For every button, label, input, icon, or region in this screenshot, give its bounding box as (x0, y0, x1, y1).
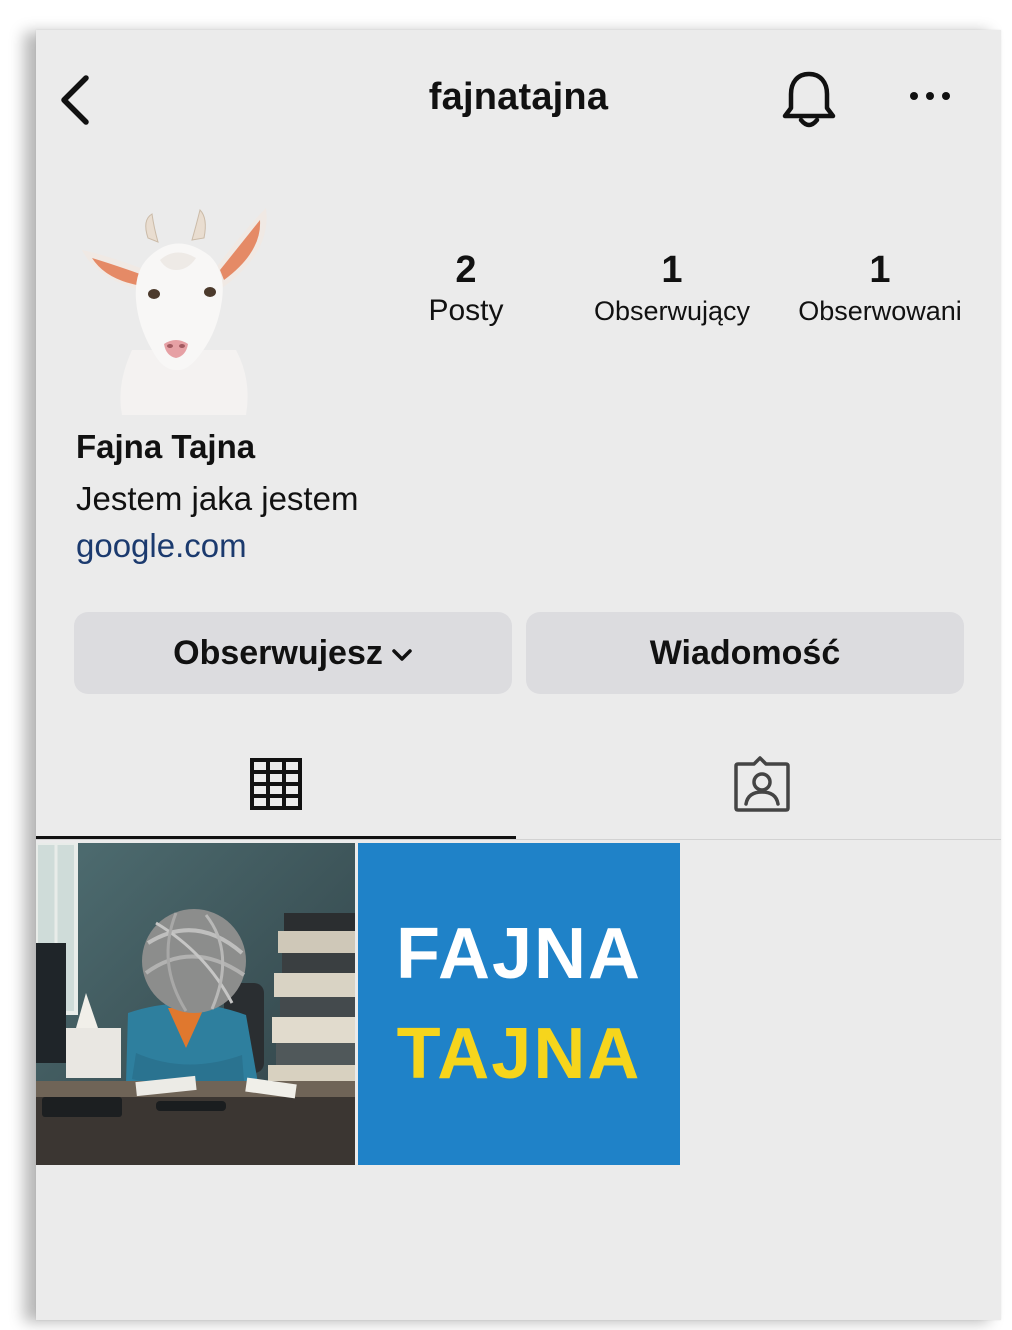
more-options-button[interactable] (906, 80, 956, 112)
posts-count[interactable]: 2 Posty (396, 248, 536, 330)
profile-username: fajnatajna (428, 76, 609, 118)
tab-posts-grid[interactable] (36, 730, 516, 840)
profile-avatar[interactable] (76, 200, 286, 415)
following-button[interactable]: Obserwujesz (74, 612, 512, 694)
posts-count-value: 2 (455, 249, 477, 291)
top-bar: fajnatajna (36, 30, 1001, 170)
post-2-text-line-1: FAJNA (395, 914, 643, 994)
bell-icon (782, 71, 836, 128)
post-thumbnail-1[interactable] (36, 843, 355, 1165)
following-count-value: 1 (869, 249, 891, 291)
followers-count[interactable]: 1 Obserwujący (576, 248, 768, 330)
notifications-button[interactable] (780, 68, 838, 132)
following-button-label: Obserwujesz (173, 633, 383, 672)
post-thumbnail-2[interactable]: FAJNA TAJNA (358, 843, 680, 1165)
post-2-text-line-2: TAJNA (396, 1014, 642, 1094)
tagged-person-icon (734, 756, 790, 812)
followers-count-value: 1 (661, 249, 683, 291)
following-count[interactable]: 1 Obserwowani (784, 248, 976, 330)
grid-icon (250, 758, 302, 810)
message-button-label: Wiadomość (649, 633, 841, 672)
message-button[interactable]: Wiadomość (526, 612, 964, 694)
profile-bio: Jestem jaka jestem (76, 480, 359, 517)
following-count-label: Obserwowani (798, 296, 962, 326)
profile-screen: fajnatajna 2 Posty 1 Obserwujący 1 Obser… (36, 30, 1001, 1320)
ellipsis-icon (910, 92, 950, 100)
profile-display-name: Fajna Tajna (76, 428, 256, 465)
followers-count-label: Obserwujący (593, 296, 751, 326)
goat-avatar-image (82, 208, 267, 415)
tab-tagged[interactable] (516, 730, 1001, 840)
office-illustration (36, 843, 355, 1165)
chevron-down-icon (392, 649, 412, 661)
posts-count-label: Posty (428, 294, 504, 327)
profile-website-link[interactable]: google.com (76, 527, 247, 565)
tab-divider (36, 839, 1001, 840)
